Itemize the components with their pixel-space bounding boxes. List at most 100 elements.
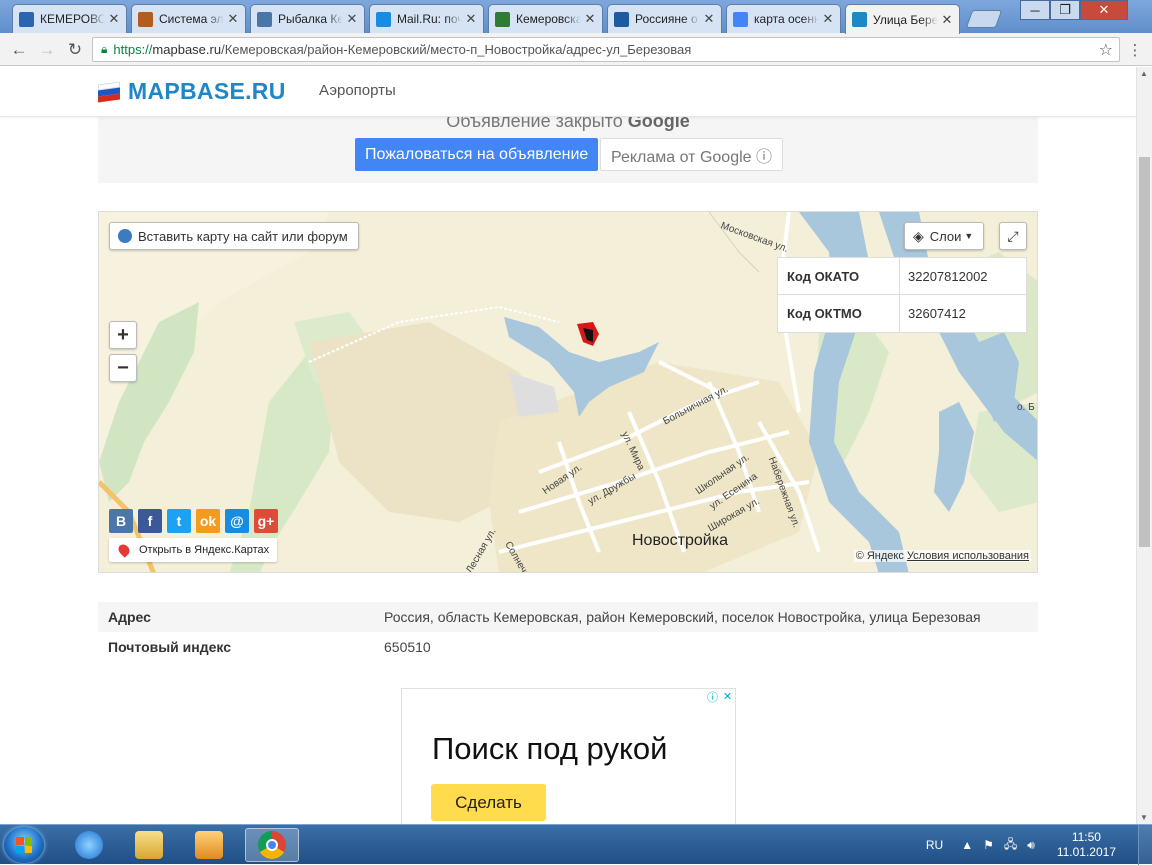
scroll-down-icon[interactable]: ▼ [1140, 813, 1148, 822]
forward-icon[interactable]: → [36, 39, 58, 61]
odnoklassniki-share-icon[interactable]: ok [196, 509, 220, 533]
url-scheme: https:// [113, 42, 153, 57]
info-value: Россия, область Кемеровская, район Кемер… [384, 609, 981, 625]
vk-icon [257, 11, 272, 27]
vkontakte-share-icon[interactable]: В [109, 509, 133, 533]
map-widget[interactable]: Московская ул. Больничная ул. ул. Мира Нова… [98, 211, 1038, 573]
url-host: mapbase.ru [152, 42, 222, 57]
tab-close-icon[interactable]: ✕ [465, 11, 477, 27]
tab-title: Улица Березовая [873, 12, 938, 27]
report-ad-button[interactable]: Пожаловаться на объявление [355, 138, 599, 171]
code-value: 32607412 [908, 306, 966, 321]
ad-headline: Поиск под рукой [432, 731, 668, 766]
address-bar[interactable]: 🔒︎ https:// mapbase.ru /Кемеровская/райо… [92, 37, 1120, 62]
language-indicator[interactable]: RU [926, 838, 943, 852]
map-town-label: Новостройка [632, 532, 728, 549]
ad-close-icon[interactable]: ✕ [720, 689, 735, 704]
site-header: MAPBASE.RU Аэропорты [0, 67, 1136, 117]
code-value: 32207812002 [908, 268, 988, 284]
ad-cta-button[interactable]: Сделать [431, 784, 546, 821]
taskbar-ie-icon[interactable] [62, 828, 116, 862]
tab-title: Рыбалка Кемерово [278, 12, 343, 26]
browser-tab[interactable]: КЕМЕРОВСКАЯ✕ [12, 4, 127, 33]
nav-link-airports[interactable]: Аэропорты [319, 82, 396, 99]
tab-title: карта осенних [754, 12, 819, 26]
terms-link[interactable]: Условия использования [907, 550, 1029, 562]
tab-close-icon[interactable]: ✕ [108, 11, 120, 27]
browser-tab[interactable]: карта осенних✕ [726, 4, 841, 33]
minimize-window-button[interactable]: ─ [1020, 0, 1050, 20]
browser-tab[interactable]: Кемеровская область✕ [488, 4, 603, 33]
bank-icon [138, 11, 153, 27]
mailru-icon [376, 11, 391, 27]
bookmark-star-icon[interactable]: ☆ [1099, 40, 1113, 60]
network-icon[interactable]: 🖧︎ [1004, 835, 1017, 856]
embed-map-button[interactable]: Вставить карту на сайт или форум [109, 222, 359, 250]
page-scrollbar[interactable]: ▲ ▼ [1136, 67, 1152, 824]
tab-close-icon[interactable]: ✕ [584, 11, 596, 27]
map-copyright: © Яндекс Условия использования [853, 550, 1031, 562]
maximize-window-button[interactable]: ❐ [1050, 0, 1080, 20]
close-window-button[interactable]: ✕ [1080, 0, 1128, 20]
action-center-flag-icon[interactable]: ⚑ [983, 838, 994, 852]
browser-tab[interactable]: Система электронного✕ [131, 4, 246, 33]
ads-by-google-button[interactable]: Реклама от Google ⓘ [600, 138, 783, 171]
facebook-share-icon[interactable]: f [138, 509, 162, 533]
browser-tab[interactable]: Россияне о ✕ [607, 4, 722, 33]
taskbar-chrome-icon[interactable] [245, 828, 299, 862]
start-button[interactable] [4, 827, 44, 863]
google-icon [733, 11, 748, 27]
windows-taskbar: RU ▲ ⚑ 🖧︎ 🔊︎ 11:50 11.01.2017 [0, 824, 1152, 865]
fullscreen-icon[interactable]: ⤢ [999, 222, 1027, 250]
twitter-share-icon[interactable]: t [167, 509, 191, 533]
tab-close-icon[interactable]: ✕ [227, 11, 239, 27]
reload-icon[interactable]: ↻ [64, 39, 86, 61]
menu-kebab-icon[interactable]: ⋮ [1124, 39, 1146, 61]
info-key: Почтовый индекс [108, 639, 232, 655]
code-key: Код ОКТМО [778, 295, 900, 332]
show-desktop-button[interactable] [1138, 825, 1152, 865]
bottom-ad-block[interactable]: ⓘ ✕ Поиск под рукой Сделать [401, 688, 736, 824]
chevron-down-icon: ▼ [964, 231, 974, 241]
volume-icon[interactable]: 🔊︎ [1027, 838, 1035, 853]
show-hidden-icons-icon[interactable]: ▲ [961, 838, 973, 852]
tab-close-icon[interactable]: ✕ [822, 11, 834, 27]
wave-icon [19, 11, 34, 27]
zoom-out-button[interactable]: − [109, 354, 137, 382]
browser-tab[interactable]: Mail.Ru: почта✕ [369, 4, 484, 33]
googleplus-share-icon[interactable]: g+ [254, 509, 278, 533]
info-key: Адрес [108, 609, 151, 625]
info-row: Почтовый индекс 650510 [98, 632, 1038, 662]
open-in-yandex-link[interactable]: Открыть в Яндекс.Картах [109, 538, 278, 562]
url-path: /Кемеровская/район-Кемеровский/место-п_Н… [221, 42, 692, 57]
scroll-up-icon[interactable]: ▲ [1140, 69, 1148, 78]
code-key: Код ОКАТО [778, 258, 900, 294]
social-share-bar: Вf t ok @ g+ [109, 509, 283, 533]
layers-button[interactable]: ◈ Слои ▼ [904, 222, 985, 250]
tab-close-icon[interactable]: ✕ [941, 12, 953, 28]
mailru-share-icon[interactable]: @ [225, 509, 249, 533]
top-ad-block: Объявление закрыто Google Пожаловаться н… [98, 111, 1038, 183]
russia-flag-icon [852, 12, 867, 27]
new-tab-button[interactable] [965, 10, 1003, 28]
tab-close-icon[interactable]: ✕ [703, 11, 715, 27]
ad-info-icon[interactable]: ⓘ [705, 689, 720, 704]
tab-title: Mail.Ru: почта [397, 12, 462, 26]
browser-tab[interactable]: Рыбалка Кемерово✕ [250, 4, 365, 33]
site-logo[interactable]: MAPBASE.RU [98, 78, 286, 105]
taskbar-media-player-icon[interactable] [182, 828, 236, 862]
tab-close-icon[interactable]: ✕ [346, 11, 358, 27]
logo-text: MAPBASE.RU [128, 78, 286, 104]
info-value: 650510 [384, 639, 431, 655]
system-tray: RU ▲ ⚑ 🖧︎ 🔊︎ 11:50 11.01.2017 [926, 825, 1152, 865]
codes-table: Код ОКАТО 32207812002 Код ОКТМО 32607412 [777, 257, 1027, 333]
map-street-label: о. Б [1017, 402, 1035, 413]
clock[interactable]: 11:50 11.01.2017 [1057, 830, 1116, 860]
scrollbar-thumb[interactable] [1139, 157, 1150, 547]
taskbar-explorer-icon[interactable] [122, 828, 176, 862]
browser-tab[interactable]: Улица Березовая✕ [845, 4, 960, 34]
windows-logo-icon [16, 837, 32, 853]
back-icon[interactable]: ← [8, 39, 30, 61]
zoom-in-button[interactable]: + [109, 321, 137, 349]
lock-icon: 🔒︎ [101, 42, 108, 56]
